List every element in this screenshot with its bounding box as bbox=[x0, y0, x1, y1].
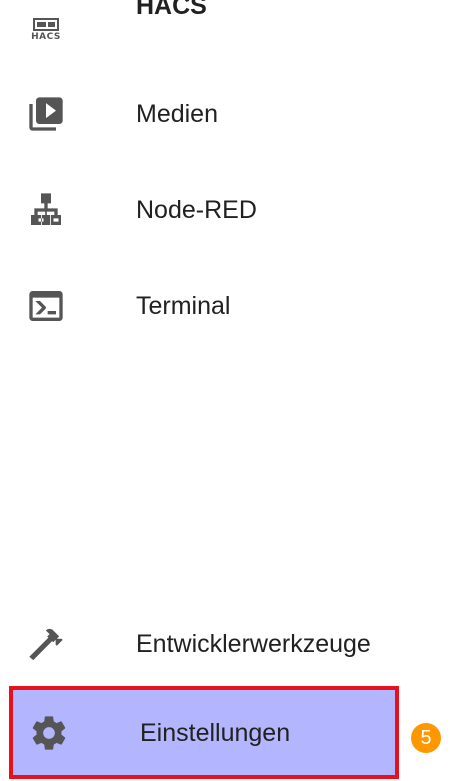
sidebar-item-developer-tools[interactable]: Entwicklerwerkzeuge bbox=[0, 614, 400, 674]
hacs-icon-text: HACS bbox=[31, 32, 61, 42]
sidebar-item-label: Node-RED bbox=[136, 196, 257, 224]
sidebar-item-settings[interactable]: Einstellungen bbox=[9, 686, 399, 779]
sidebar-item-label: Einstellungen bbox=[140, 718, 291, 747]
sidebar-item-label: Medien bbox=[136, 100, 218, 128]
gear-icon bbox=[27, 711, 71, 755]
console-icon bbox=[24, 284, 68, 328]
sidebar-item-label: Entwicklerwerkzeuge bbox=[136, 630, 371, 658]
sidebar-item-hacs[interactable]: HACS HACS bbox=[0, 0, 400, 48]
hammer-icon bbox=[24, 622, 68, 666]
sitemap-icon bbox=[24, 188, 68, 232]
hacs-icon: HACS bbox=[24, 8, 68, 52]
media-play-icon bbox=[24, 92, 68, 136]
sidebar: HACS HACS Medien Node-RED Terminal Entwi… bbox=[0, 0, 450, 781]
sidebar-item-label: Terminal bbox=[136, 292, 231, 320]
sidebar-item-node-red[interactable]: Node-RED bbox=[0, 180, 400, 240]
sidebar-item-media[interactable]: Medien bbox=[0, 84, 400, 144]
sidebar-item-terminal[interactable]: Terminal bbox=[0, 276, 400, 336]
sidebar-item-label: HACS bbox=[136, 0, 207, 20]
notification-badge: 5 bbox=[411, 723, 441, 753]
